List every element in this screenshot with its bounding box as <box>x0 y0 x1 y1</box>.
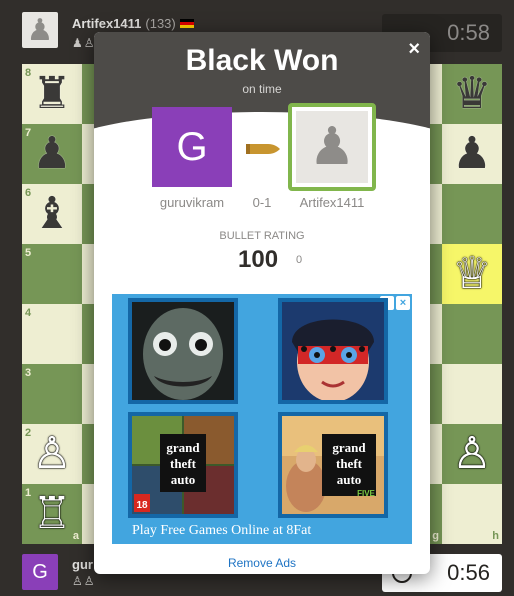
square-a6[interactable]: 6 ♝ <box>22 184 82 244</box>
close-icon[interactable]: × <box>408 38 420 61</box>
player2-avatar[interactable]: ♟ <box>288 103 376 191</box>
advertisement[interactable]: i × <box>112 294 412 544</box>
chess-piece-icon[interactable]: ♟ <box>22 124 82 184</box>
ad-image-tile[interactable] <box>128 298 238 404</box>
ad-caption[interactable]: Play Free Games Online at 8Fat <box>132 523 311 539</box>
rank-label: 4 <box>25 307 32 319</box>
chess-piece-icon[interactable]: ♜ <box>22 64 82 124</box>
ad-image-tile[interactable]: grand theft auto FIVE <box>278 412 388 518</box>
player1-name: guruvikram <box>159 195 225 210</box>
chess-piece-icon[interactable]: ♟ <box>442 124 502 184</box>
svg-text:grand: grand <box>332 440 366 455</box>
result-title: Black Won <box>185 44 339 77</box>
chess-piece-icon[interactable]: ♙ <box>442 424 502 484</box>
player1-avatar[interactable]: G <box>152 107 232 187</box>
avatar[interactable]: ♟ <box>22 12 58 48</box>
ladybug-hero-image <box>282 302 384 400</box>
rating-change: 0 <box>296 254 303 266</box>
square-h3[interactable] <box>442 364 502 424</box>
player-name-text: Artifex1411 <box>72 16 142 31</box>
player-name[interactable]: gur <box>72 557 93 572</box>
clock-time: 0:58 <box>447 20 490 45</box>
square-a7[interactable]: 7 ♟ <box>22 124 82 184</box>
file-label: g <box>432 530 439 542</box>
square-a5[interactable]: 5 <box>22 244 82 304</box>
svg-text:theft: theft <box>170 456 197 471</box>
svg-text:grand: grand <box>166 440 200 455</box>
captured-pieces: ♟♙ <box>72 36 96 50</box>
chess-piece-icon[interactable]: ♝ <box>22 184 82 244</box>
game-over-modal: Black Won on time × G ♟ guruvikram 0-1 A… <box>94 32 430 574</box>
square-h1[interactable]: h <box>442 484 502 544</box>
file-label: h <box>492 530 499 542</box>
svg-text:auto: auto <box>337 472 362 487</box>
chess-piece-icon[interactable]: ♙ <box>22 424 82 484</box>
result-reason: on time <box>242 82 282 96</box>
gta-cover-image: grand theft auto 18 <box>132 416 234 514</box>
square-a8[interactable]: 8 ♜ <box>22 64 82 124</box>
creepy-face-image <box>132 302 234 400</box>
square-h2[interactable]: ♙ <box>442 424 502 484</box>
remove-ads-link[interactable]: Remove Ads <box>94 556 430 570</box>
rank-label: 5 <box>25 247 32 259</box>
gta-v-cover-image: grand theft auto FIVE <box>282 416 384 514</box>
germany-flag-icon <box>179 19 194 28</box>
avatar[interactable]: G <box>22 554 58 590</box>
square-h4[interactable] <box>442 304 502 364</box>
game-screen: ♟ Artifex1411 (133) ♟♙ 0:58 8 ♜ ♛ 7 ♟ ♟ 6 ♝ 5 ♕ 4 3 2… <box>0 0 514 596</box>
chess-piece-icon[interactable]: ♕ <box>442 244 502 304</box>
rating-value: 100 <box>238 246 279 273</box>
bullet-icon <box>246 144 280 154</box>
pawn-avatar-icon: ♟ <box>296 111 368 183</box>
rank-label: 3 <box>25 367 32 379</box>
ad-image-tile[interactable]: grand theft auto 18 <box>128 412 238 518</box>
chess-piece-icon[interactable]: ♖ <box>22 484 82 544</box>
square-h6[interactable] <box>442 184 502 244</box>
svg-text:theft: theft <box>336 456 363 471</box>
svg-text:auto: auto <box>171 472 196 487</box>
square-a2[interactable]: 2 ♙ <box>22 424 82 484</box>
square-a1[interactable]: 1 a ♖ <box>22 484 82 544</box>
square-h8[interactable]: ♛ <box>442 64 502 124</box>
chess-piece-icon[interactable]: ♛ <box>442 64 502 124</box>
player-name[interactable]: Artifex1411 (133) <box>72 16 194 31</box>
clock-time: 0:56 <box>447 560 490 585</box>
player2-name: Artifex1411 <box>299 195 365 210</box>
square-a4[interactable]: 4 <box>22 304 82 364</box>
svg-text:FIVE: FIVE <box>357 489 375 498</box>
pawn-avatar-icon: ♟ <box>26 13 54 47</box>
ad-image-tile[interactable] <box>278 298 388 404</box>
svg-text:18: 18 <box>136 500 148 511</box>
captured-pieces: ♙♙ <box>72 574 96 588</box>
player-rating: (133) <box>145 16 176 31</box>
square-h5[interactable]: ♕ <box>442 244 502 304</box>
rating-label: BULLET RATING <box>219 230 305 242</box>
game-score: 0-1 <box>252 195 272 210</box>
ad-close-icon[interactable]: × <box>396 296 410 310</box>
square-a3[interactable]: 3 <box>22 364 82 424</box>
square-h7[interactable]: ♟ <box>442 124 502 184</box>
